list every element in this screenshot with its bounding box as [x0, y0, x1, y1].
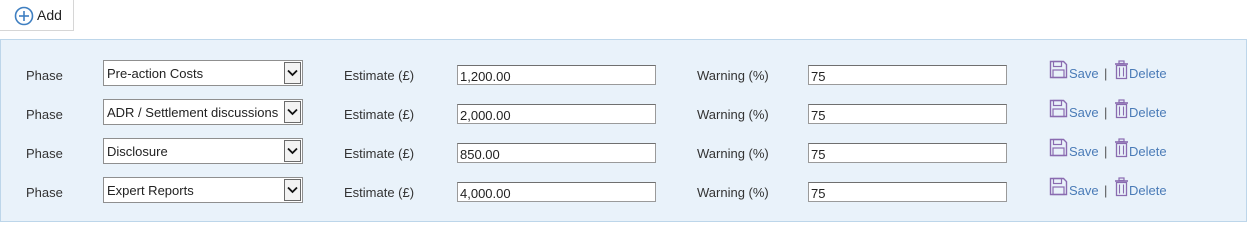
dropdown-button[interactable] — [284, 101, 301, 123]
phase-select[interactable]: Disclosure — [103, 138, 303, 164]
warning-input[interactable]: 75 — [808, 65, 1007, 85]
phase-select-value: ADR / Settlement discussions — [107, 105, 279, 120]
chevron-down-icon — [287, 147, 298, 155]
delete-link[interactable]: Delete — [1129, 183, 1167, 198]
add-button[interactable]: Add — [0, 0, 74, 31]
warning-input[interactable]: 75 — [808, 143, 1007, 163]
delete-link[interactable]: Delete — [1129, 66, 1167, 81]
estimate-value: 1,200.00 — [460, 69, 511, 84]
separator: | — [1104, 105, 1108, 120]
phase-label: Phase — [26, 107, 63, 122]
save-link[interactable]: Save — [1069, 66, 1099, 81]
phase-row: Phase ADR / Settlement discussions Estim… — [1, 99, 1248, 131]
phase-label: Phase — [26, 68, 63, 83]
phase-select[interactable]: Expert Reports — [103, 177, 303, 203]
warning-value: 75 — [811, 147, 826, 162]
warning-label: Warning (%) — [697, 185, 769, 200]
phase-select[interactable]: ADR / Settlement discussions — [103, 99, 303, 125]
estimate-label: Estimate (£) — [344, 68, 415, 83]
estimate-value: 850.00 — [460, 147, 500, 162]
separator: | — [1104, 144, 1108, 159]
floppy-disk-icon[interactable] — [1049, 60, 1068, 79]
save-link[interactable]: Save — [1069, 105, 1099, 120]
phase-select[interactable]: Pre-action Costs — [103, 60, 303, 86]
phase-row: Phase Pre-action Costs Estimate (£) 1,20… — [1, 60, 1248, 92]
separator: | — [1104, 66, 1108, 81]
trash-icon[interactable] — [1114, 60, 1129, 80]
warning-label: Warning (%) — [697, 68, 769, 83]
trash-icon[interactable] — [1114, 177, 1129, 197]
phase-select-value: Disclosure — [107, 144, 168, 159]
save-link[interactable]: Save — [1069, 144, 1099, 159]
trash-icon[interactable] — [1114, 99, 1129, 119]
estimate-label: Estimate (£) — [344, 146, 415, 161]
warning-input[interactable]: 75 — [808, 104, 1007, 124]
save-link[interactable]: Save — [1069, 183, 1099, 198]
trash-icon[interactable] — [1114, 138, 1129, 158]
warning-value: 75 — [811, 108, 826, 123]
chevron-down-icon — [287, 186, 298, 194]
dropdown-button[interactable] — [284, 179, 301, 201]
warning-input[interactable]: 75 — [808, 182, 1007, 202]
delete-link[interactable]: Delete — [1129, 105, 1167, 120]
delete-link[interactable]: Delete — [1129, 144, 1167, 159]
estimate-input[interactable]: 4,000.00 — [457, 182, 656, 202]
estimate-input[interactable]: 1,200.00 — [457, 65, 656, 85]
warning-value: 75 — [811, 69, 826, 84]
warning-label: Warning (%) — [697, 107, 769, 122]
warning-value: 75 — [811, 186, 826, 201]
estimate-label: Estimate (£) — [344, 185, 415, 200]
estimate-value: 4,000.00 — [460, 186, 511, 201]
floppy-disk-icon[interactable] — [1049, 177, 1068, 196]
warning-label: Warning (%) — [697, 146, 769, 161]
plus-circle-icon — [14, 6, 34, 26]
estimate-label: Estimate (£) — [344, 107, 415, 122]
estimate-value: 2,000.00 — [460, 108, 511, 123]
estimate-input[interactable]: 850.00 — [457, 143, 656, 163]
phase-estimates-panel: Phase Pre-action Costs Estimate (£) 1,20… — [0, 39, 1247, 222]
add-button-label: Add — [37, 7, 62, 23]
phase-select-value: Expert Reports — [107, 183, 194, 198]
dropdown-button[interactable] — [284, 140, 301, 162]
separator: | — [1104, 183, 1108, 198]
chevron-down-icon — [287, 69, 298, 77]
phase-row: Phase Expert Reports Estimate (£) 4,000.… — [1, 177, 1248, 209]
floppy-disk-icon[interactable] — [1049, 138, 1068, 157]
chevron-down-icon — [287, 108, 298, 116]
phase-row: Phase Disclosure Estimate (£) 850.00 War… — [1, 138, 1248, 170]
estimate-input[interactable]: 2,000.00 — [457, 104, 656, 124]
dropdown-button[interactable] — [284, 62, 301, 84]
floppy-disk-icon[interactable] — [1049, 99, 1068, 118]
phase-label: Phase — [26, 185, 63, 200]
phase-label: Phase — [26, 146, 63, 161]
phase-select-value: Pre-action Costs — [107, 66, 204, 81]
